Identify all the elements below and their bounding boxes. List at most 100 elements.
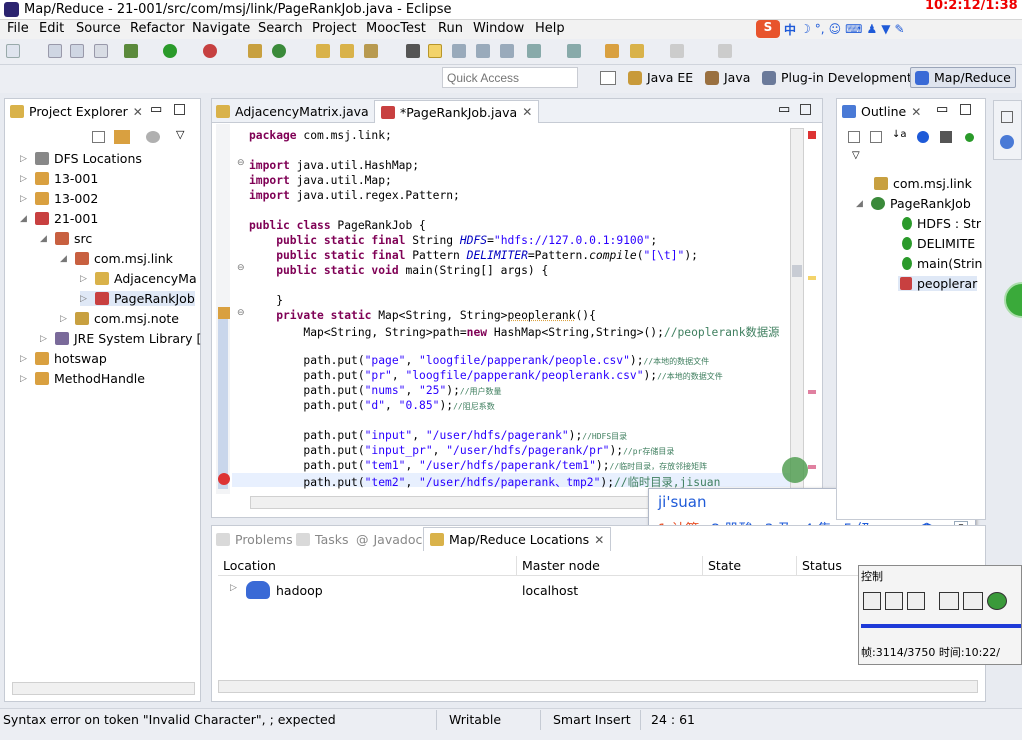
maximize-icon[interactable] (174, 104, 185, 115)
menu-edit[interactable]: Edit (39, 21, 64, 36)
close-icon[interactable]: ✕ (911, 105, 921, 119)
new-icon[interactable] (6, 44, 20, 58)
error-marker[interactable] (808, 465, 816, 469)
forward-icon[interactable] (670, 44, 684, 58)
wrench-icon[interactable]: ✎ (894, 22, 904, 36)
column-status[interactable]: Status (802, 558, 842, 573)
screen-icon[interactable] (939, 592, 959, 610)
tree-src[interactable]: ◢ src (40, 231, 92, 246)
expand-icon[interactable]: ▷ (20, 154, 30, 164)
expand-icon[interactable]: ▷ (20, 354, 30, 364)
table-row[interactable]: ▷ hadoop localhost (218, 580, 858, 602)
stop-icon[interactable] (885, 592, 903, 610)
collapse-all-icon[interactable] (92, 131, 105, 143)
restore-icon[interactable] (1001, 111, 1013, 123)
pin-icon[interactable] (718, 44, 732, 58)
close-icon[interactable]: ✕ (133, 105, 143, 119)
outline-tab[interactable]: Outline ✕ (842, 104, 921, 119)
tree-methodhandle[interactable]: ▷ MethodHandle (20, 371, 145, 386)
fold-icon[interactable]: ⊖ (237, 158, 245, 168)
collapse-icon[interactable]: ◢ (60, 254, 70, 264)
playback-progress[interactable] (861, 624, 1021, 628)
print-icon[interactable] (94, 44, 108, 58)
chinese-mode-icon[interactable]: 中 (784, 21, 796, 38)
expand-icon[interactable]: ▷ (80, 274, 90, 284)
menu-window[interactable]: Window (473, 21, 524, 36)
editor-v-thumb[interactable] (792, 265, 802, 277)
quick-access-input[interactable] (442, 67, 578, 88)
sogou-icon[interactable]: S (756, 20, 780, 38)
column-state[interactable]: State (708, 558, 741, 573)
debug-icon[interactable] (124, 44, 138, 58)
next-annotation-icon[interactable] (527, 44, 541, 58)
filter-icon[interactable] (146, 131, 160, 143)
new-package-icon[interactable] (248, 44, 262, 58)
bottom-h-scrollbar[interactable] (218, 680, 978, 693)
menu-help[interactable]: Help (535, 21, 565, 36)
menu-source[interactable]: Source (76, 21, 121, 36)
back-icon[interactable] (630, 44, 644, 58)
editor-v-scrollbar[interactable] (790, 128, 804, 498)
outline-field-delimiter[interactable]: DELIMITE (902, 236, 975, 251)
fold-icon[interactable]: ⊖ (237, 308, 245, 318)
perspective-java[interactable]: Java (705, 70, 750, 85)
close-icon[interactable]: ✕ (594, 533, 604, 547)
collapse-icon[interactable]: ◢ (20, 214, 30, 224)
hide-fields-icon[interactable] (917, 131, 929, 143)
keyboard-icon[interactable]: ⌨ (845, 22, 862, 36)
shirt-icon[interactable]: ▼ (881, 22, 890, 36)
last-edit-icon[interactable] (605, 44, 619, 58)
menu-project[interactable]: Project (312, 21, 356, 36)
open-perspective-icon[interactable] (600, 71, 616, 85)
step-icon[interactable] (907, 592, 925, 610)
tree-jre[interactable]: ▷ JRE System Library [ (40, 331, 201, 346)
minimize-icon[interactable]: ▭ (150, 102, 162, 117)
menu-refactor[interactable]: Refactor (130, 21, 185, 36)
pause-icon[interactable] (863, 592, 881, 610)
warning-marker[interactable] (808, 276, 816, 280)
tree-pagerankjob[interactable]: ▷ PageRankJob (80, 291, 195, 306)
open-type-icon[interactable] (316, 44, 330, 58)
maximize-icon[interactable] (800, 104, 811, 115)
float-ball-icon[interactable] (1004, 282, 1022, 318)
project-explorer-tab[interactable]: Project Explorer ✕ (10, 104, 143, 119)
expand-icon[interactable]: ▷ (20, 194, 30, 204)
perspective-map-reduce[interactable]: Map/Reduce (910, 67, 1016, 88)
open-folder-icon[interactable] (340, 44, 354, 58)
expand-icon[interactable]: ▷ (230, 583, 237, 593)
emoji-icon[interactable]: ☺ (829, 22, 842, 36)
outline-package[interactable]: com.msj.link (874, 176, 972, 191)
menu-search[interactable]: Search (258, 21, 303, 36)
outline-method-peoplerank[interactable]: peoplerar (898, 276, 978, 291)
tree-13-002[interactable]: ▷ 13-002 (20, 191, 98, 206)
annotation-icon[interactable] (406, 44, 420, 58)
link-editor-icon[interactable] (114, 130, 130, 144)
error-marker[interactable] (808, 390, 816, 394)
fold-icon[interactable]: ⊖ (237, 263, 245, 273)
user-icon[interactable]: ♟ (866, 22, 877, 36)
mark-occurrences-icon[interactable] (428, 44, 442, 58)
collapse-all-icon[interactable] (848, 131, 860, 143)
explorer-h-scrollbar[interactable] (12, 682, 195, 695)
hide-nonpublic-icon[interactable] (965, 133, 974, 142)
minimize-icon[interactable]: ▭ (778, 102, 790, 117)
prev-annotation-icon[interactable] (567, 44, 581, 58)
tree-13-001[interactable]: ▷ 13-001 (20, 171, 98, 186)
collapse-icon[interactable]: ◢ (40, 234, 50, 244)
view-menu-icon[interactable]: ▽ (852, 150, 860, 161)
column-master-node[interactable]: Master node (522, 558, 600, 573)
new-class-icon[interactable] (272, 44, 286, 58)
expand-icon[interactable]: ▷ (80, 294, 90, 304)
tree-21-001[interactable]: ◢ 21-001 (20, 211, 98, 226)
tree-com-msj-note[interactable]: ▷ com.msj.note (60, 311, 179, 326)
hide-static-icon[interactable] (940, 131, 952, 143)
tree-dfs-locations[interactable]: ▷ DFS Locations (20, 151, 142, 166)
maximize-icon[interactable] (960, 104, 971, 115)
expand-icon[interactable]: ▷ (60, 314, 70, 324)
save-icon[interactable] (48, 44, 62, 58)
tab-pagerankjob[interactable]: *PageRankJob.java ✕ (374, 100, 540, 123)
whitespace-icon[interactable] (476, 44, 490, 58)
menu-navigate[interactable]: Navigate (192, 21, 250, 36)
expand-icon[interactable] (870, 131, 882, 143)
external-tools-icon[interactable] (203, 44, 217, 58)
